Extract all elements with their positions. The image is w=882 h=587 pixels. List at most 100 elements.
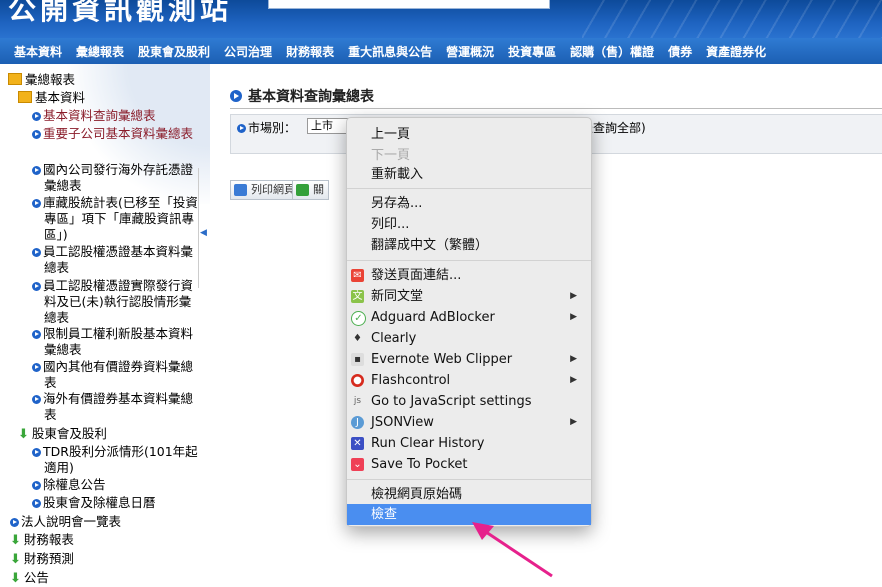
- menu-separator: [347, 479, 591, 480]
- sidebar-item[interactable]: 重要子公司基本資料彙總表: [32, 126, 204, 142]
- arrow-down-icon: ⬇: [10, 533, 21, 548]
- bullet-icon: [32, 481, 41, 490]
- tree-root[interactable]: 彙總報表: [8, 72, 75, 88]
- sidebar-item[interactable]: 基本資料查詢彙總表: [32, 108, 192, 124]
- tree-group-financial[interactable]: ⬇ 財務報表: [10, 532, 74, 549]
- evernote-icon: ▪: [351, 353, 364, 366]
- bullet-icon: [230, 90, 242, 102]
- nav-item-basic[interactable]: 基本資料: [14, 43, 62, 60]
- nav-item-summary[interactable]: 彙總報表: [76, 43, 124, 60]
- jsonview-icon: J: [351, 416, 364, 429]
- sidebar-item[interactable]: 員工認股權憑證實際發行資料及已(未)執行認股情形彙總表: [32, 278, 200, 326]
- tree-group-shareholder[interactable]: ⬇ 股東會及股利: [18, 426, 107, 443]
- menu-item-reload[interactable]: 重新載入: [347, 164, 591, 185]
- arrow-down-icon: ⬇: [10, 552, 21, 567]
- nav-item-news[interactable]: 重大訊息與公告: [348, 43, 432, 60]
- bullet-icon: [32, 363, 41, 372]
- flash-icon: ●: [351, 374, 364, 387]
- submenu-arrow-icon: ▶: [570, 354, 577, 364]
- nav-item-securitization[interactable]: 資產證券化: [706, 43, 766, 60]
- title-divider: [230, 108, 882, 109]
- js-icon: js: [353, 396, 362, 406]
- menu-item-clear-history[interactable]: ✕ Run Clear History: [347, 433, 591, 454]
- menu-item-translate[interactable]: 翻譯成中文（繁體）: [347, 235, 591, 256]
- submenu-arrow-icon: ▶: [570, 417, 577, 427]
- menu-item-tongwen[interactable]: 文新同文堂 ▶: [347, 286, 591, 307]
- menu-item-pocket[interactable]: ⌄ Save To Pocket: [347, 454, 591, 475]
- check-icon: [296, 184, 309, 196]
- nav-item-operations[interactable]: 營運概況: [446, 43, 494, 60]
- arrow-down-icon: ⬇: [18, 427, 29, 442]
- chevron-left-icon: ◀: [200, 228, 207, 238]
- sidebar-item[interactable]: 員工認股權憑證基本資料彙總表: [32, 244, 200, 276]
- annotation-arrow: [472, 522, 553, 578]
- nav-item-shareholder[interactable]: 股東會及股利: [138, 43, 210, 60]
- close-button[interactable]: 關: [292, 180, 329, 200]
- mail-icon: ✉: [351, 269, 364, 282]
- sidebar-item[interactable]: 國內其他有價證券資料彙總表: [32, 359, 200, 391]
- bullet-icon: [32, 448, 41, 457]
- bullet-icon: [32, 199, 41, 208]
- menu-item-print[interactable]: 列印...: [347, 214, 591, 235]
- sidebar: ◀ 彙總報表 基本資料 基本資料查詢彙總表 重要子公司基本資料彙總表 國內公司發…: [0, 64, 210, 586]
- submenu-arrow-icon: ▶: [570, 291, 577, 301]
- menu-item-clearly[interactable]: ♦ Clearly: [347, 328, 591, 349]
- market-label: 市場別：: [237, 119, 296, 136]
- shield-icon: ✓: [351, 311, 366, 326]
- menu-item-forward[interactable]: 下一頁: [347, 145, 591, 166]
- menu-item-adguard[interactable]: ✓ Adguard AdBlocker ▶: [347, 307, 591, 328]
- folder-icon: [18, 91, 32, 103]
- clearly-icon: ♦: [353, 333, 362, 344]
- print-button[interactable]: 列印網頁: [230, 180, 300, 200]
- bullet-icon: [10, 518, 19, 527]
- bullet-icon: [32, 395, 41, 404]
- sidebar-item[interactable]: 股東會及除權息日曆: [32, 495, 156, 511]
- bullet-icon: [32, 166, 41, 175]
- menu-item-js-settings[interactable]: js Go to JavaScript settings: [347, 391, 591, 412]
- page-title: 基本資料查詢彙總表: [230, 86, 374, 106]
- menu-item-evernote[interactable]: ▪ Evernote Web Clipper ▶: [347, 349, 591, 370]
- bullet-icon: [32, 112, 41, 121]
- bullet-icon: [32, 499, 41, 508]
- close-icon: ✕: [351, 437, 364, 450]
- submenu-arrow-icon: ▶: [570, 312, 577, 322]
- sidebar-item[interactable]: TDR股利分派情形(101年起適用): [32, 444, 200, 476]
- menu-separator: [347, 260, 591, 261]
- menu-item-jsonview[interactable]: J JSONView ▶: [347, 412, 591, 433]
- nav-item-financial[interactable]: 財務報表: [286, 43, 334, 60]
- tree-group-basic[interactable]: 基本資料: [18, 90, 85, 106]
- submenu-arrow-icon: ▶: [570, 375, 577, 385]
- nav-item-investment[interactable]: 投資專區: [508, 43, 556, 60]
- sidebar-item[interactable]: 除權息公告: [32, 477, 106, 493]
- nav-item-governance[interactable]: 公司治理: [224, 43, 272, 60]
- bullet-icon: [237, 124, 246, 133]
- menu-separator: [347, 188, 591, 189]
- menu-item-back[interactable]: 上一頁: [347, 124, 591, 145]
- menu-item-flashcontrol[interactable]: ● Flashcontrol ▶: [347, 370, 591, 391]
- tree-group-notice[interactable]: ⬇ 公告: [10, 570, 49, 587]
- sidebar-item[interactable]: 限制員工權利新股基本資料彙總表: [32, 326, 200, 358]
- sidebar-item[interactable]: 法人說明會一覽表: [10, 514, 121, 530]
- header-decoration: [582, 0, 882, 38]
- menu-item-save-as[interactable]: 另存為...: [347, 193, 591, 214]
- top-nav: 基本資料 彙總報表 股東會及股利 公司治理 財務報表 重大訊息與公告 營運概況 …: [0, 38, 882, 64]
- menu-item-view-source[interactable]: 檢視網頁原始碼: [347, 484, 591, 505]
- arrow-down-icon: ⬇: [10, 571, 21, 586]
- sidebar-item[interactable]: 庫藏股統計表(已移至「投資專區」項下「庫藏股資訊專區」): [32, 195, 200, 243]
- site-header: 公開資訊觀測站: [0, 0, 882, 38]
- nav-item-warrants[interactable]: 認購（售）權證: [570, 43, 654, 60]
- tree-group-forecast[interactable]: ⬇ 財務預測: [10, 551, 74, 568]
- folder-icon: [8, 73, 22, 85]
- bullet-icon: [32, 330, 41, 339]
- printer-icon: [234, 184, 247, 196]
- sidebar-item[interactable]: 海外有價證券基本資料彙總表: [32, 391, 200, 423]
- menu-item-send-link[interactable]: ✉ 發送頁面連結...: [347, 265, 591, 286]
- search-input[interactable]: [268, 0, 550, 9]
- sidebar-item[interactable]: 國內公司發行海外存託憑證彙總表: [32, 162, 204, 194]
- bullet-icon: [32, 282, 41, 291]
- bullet-icon: [32, 130, 41, 139]
- bullet-icon: [32, 248, 41, 257]
- nav-item-bonds[interactable]: 債券: [668, 43, 692, 60]
- context-menu: 上一頁 下一頁 重新載入 另存為... 列印... 翻譯成中文（繁體） ✉ 發送頁…: [346, 117, 592, 527]
- site-logo[interactable]: 公開資訊觀測站: [8, 0, 232, 28]
